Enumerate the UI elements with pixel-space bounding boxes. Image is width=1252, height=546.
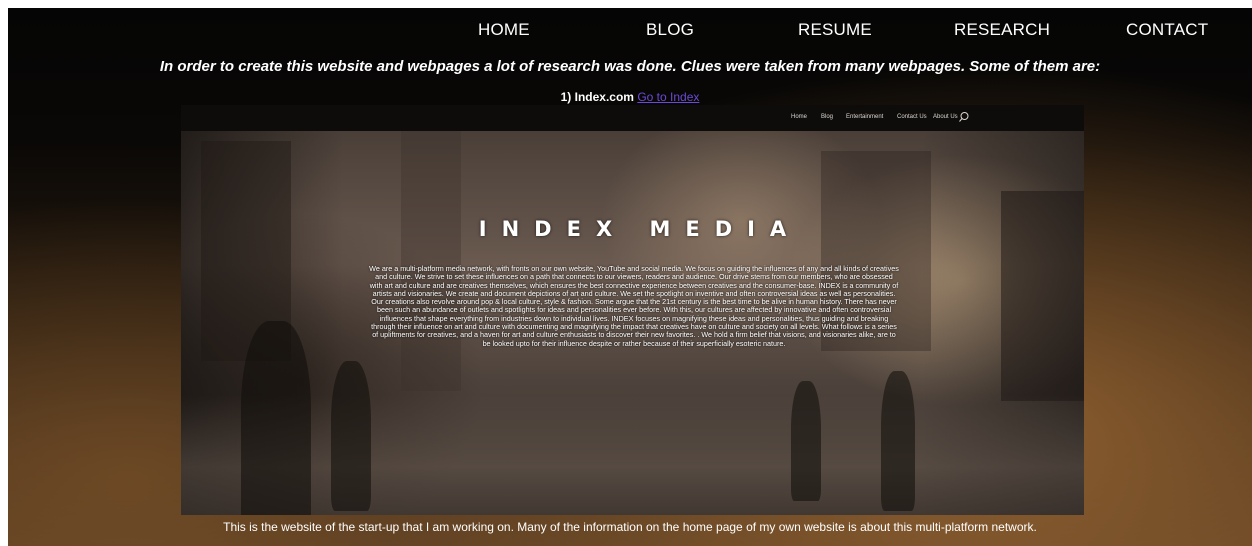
pedestrian-silhouette xyxy=(791,381,821,501)
research-item-name: 1) Index.com xyxy=(560,90,634,104)
top-nav: HOME BLOG RESUME RESEARCH CONTACT xyxy=(8,20,1252,44)
index-website-screenshot: Home Blog Entertainment Contact Us About… xyxy=(181,105,1084,515)
research-item-title: 1) Index.com Go to Index xyxy=(8,90,1252,104)
nav-resume-link[interactable]: RESUME xyxy=(798,20,872,40)
building-shape xyxy=(401,131,461,391)
screenshot-nav-home: Home xyxy=(791,114,808,120)
brand-title: INDEX MEDIA xyxy=(478,217,802,241)
search-icon xyxy=(959,112,969,122)
nav-home-link[interactable]: HOME xyxy=(478,20,530,40)
page: HOME BLOG RESUME RESEARCH CONTACT In ord… xyxy=(8,8,1252,546)
screenshot-nav-contact: Contact Us xyxy=(897,114,927,120)
pedestrian-silhouette xyxy=(331,361,371,511)
nav-blog-link[interactable]: BLOG xyxy=(646,20,694,40)
pedestrian-silhouette xyxy=(241,321,311,515)
pedestrian-silhouette xyxy=(881,371,915,511)
go-to-index-link[interactable]: Go to Index xyxy=(637,90,699,104)
brand-description: We are a multi-platform media network, w… xyxy=(369,264,899,348)
screenshot-caption: This is the website of the start-up that… xyxy=(223,520,1037,534)
intro-heading: In order to create this website and webp… xyxy=(159,58,1101,75)
nav-contact-link[interactable]: CONTACT xyxy=(1126,20,1208,40)
nav-research-link[interactable]: RESEARCH xyxy=(954,20,1050,40)
screenshot-nav-about: About Us xyxy=(933,114,958,120)
street-shape xyxy=(181,395,1084,515)
screenshot-nav-entertainment: Entertainment xyxy=(846,114,884,120)
screenshot-nav-bar: Home Blog Entertainment Contact Us About… xyxy=(181,105,1084,131)
screenshot-nav-blog: Blog xyxy=(821,114,834,120)
